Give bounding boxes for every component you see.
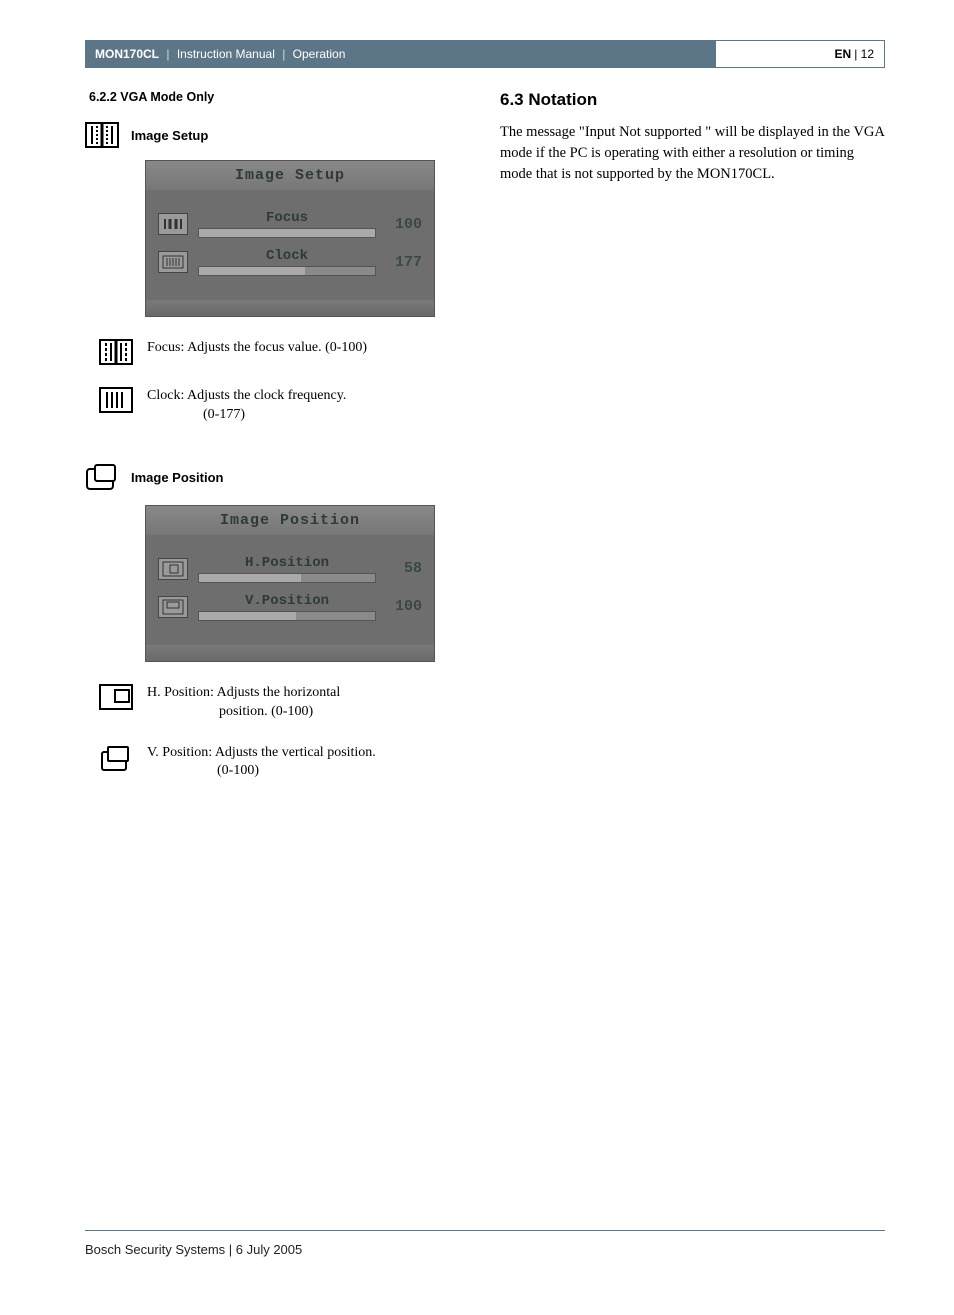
image-setup-heading: Image Setup — [85, 122, 460, 148]
vpos-description: V. Position: Adjusts the vertical positi… — [99, 744, 460, 782]
osd-image-setup: Image Setup Focus 100 — [145, 160, 435, 317]
hpos-text: H. Position: Adjusts the horizontal — [147, 685, 340, 700]
clock-bars-icon — [158, 251, 188, 273]
lang-code: EN — [835, 47, 852, 61]
footer-rule — [85, 1230, 885, 1231]
osd-label: Clock — [198, 248, 376, 264]
osd-slider — [198, 573, 376, 583]
image-position-icon — [85, 463, 119, 493]
focus-description: Focus: Adjusts the focus value. (0-100) — [99, 339, 460, 365]
section-title: Operation — [293, 47, 346, 61]
footer-text: Bosch Security Systems | 6 July 2005 — [85, 1242, 302, 1257]
separator: | — [279, 47, 289, 61]
osd-label: V.Position — [198, 593, 376, 609]
osd-image-position: Image Position H.Position 58 — [145, 505, 435, 662]
osd-value: 177 — [386, 254, 422, 271]
image-position-title: Image Position — [131, 470, 223, 485]
doc-title: Instruction Manual — [177, 47, 275, 61]
osd-value: 100 — [386, 598, 422, 615]
osd-row-clock: Clock 177 — [158, 248, 422, 276]
notation-body: The message "Input Not supported " will … — [500, 122, 885, 185]
header-left: MON170CL | Instruction Manual | Operatio… — [85, 40, 715, 68]
vpos-range: (0-100) — [147, 762, 460, 781]
notation-heading: 6.3 Notation — [500, 90, 885, 110]
image-setup-title: Image Setup — [131, 128, 208, 143]
image-setup-icon — [85, 122, 119, 148]
osd-footer — [146, 645, 434, 661]
vpos-icon — [158, 596, 188, 618]
focus-icon — [99, 339, 133, 365]
osd-slider — [198, 228, 376, 238]
clock-text: Clock: Adjusts the clock frequency. — [147, 388, 346, 403]
hpos-description: H. Position: Adjusts the horizontal posi… — [99, 684, 460, 722]
separator: | — [163, 47, 173, 61]
osd-row-vpos: V.Position 100 — [158, 593, 422, 621]
image-position-heading: Image Position — [85, 463, 460, 493]
page-header: MON170CL | Instruction Manual | Operatio… — [85, 40, 885, 68]
osd-value: 58 — [386, 560, 422, 577]
clock-icon — [99, 387, 133, 413]
osd-footer — [146, 300, 434, 316]
osd-slider — [198, 611, 376, 621]
osd-row-focus: Focus 100 — [158, 210, 422, 238]
osd-label: Focus — [198, 210, 376, 226]
focus-text: Focus: Adjusts the focus value. (0-100) — [147, 339, 460, 358]
hpos-icon — [99, 684, 133, 710]
vpos-text: V. Position: Adjusts the vertical positi… — [147, 745, 376, 760]
section-number: 6.2.2 VGA Mode Only — [89, 90, 460, 104]
hpos-icon — [158, 558, 188, 580]
osd-title: Image Setup — [146, 161, 434, 190]
clock-range: (0-177) — [147, 406, 460, 425]
osd-title: Image Position — [146, 506, 434, 535]
clock-description: Clock: Adjusts the clock frequency. (0-1… — [99, 387, 460, 425]
osd-row-hpos: H.Position 58 — [158, 555, 422, 583]
header-right: EN | 12 — [715, 40, 885, 68]
focus-bars-icon — [158, 213, 188, 235]
osd-label: H.Position — [198, 555, 376, 571]
osd-value: 100 — [386, 216, 422, 233]
osd-slider — [198, 266, 376, 276]
page-number: 12 — [861, 47, 874, 61]
vpos-icon — [99, 744, 133, 772]
product-name: MON170CL — [95, 47, 159, 61]
hpos-text2: position. (0-100) — [147, 703, 460, 722]
